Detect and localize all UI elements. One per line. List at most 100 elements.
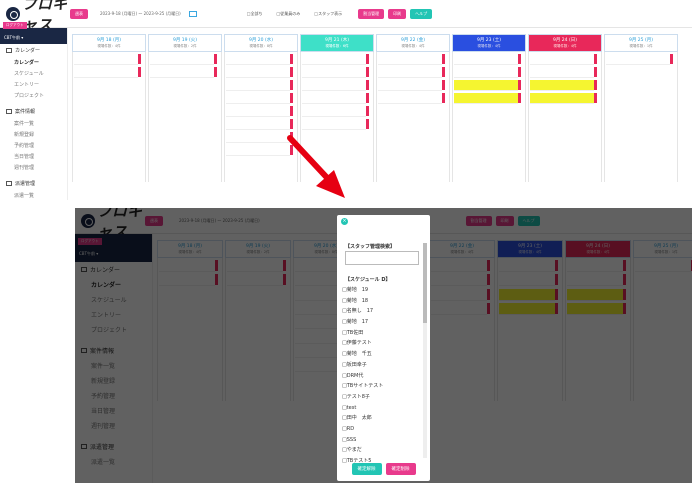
schedule-card[interactable] [530,93,597,104]
schedule-card[interactable] [226,145,293,156]
schedule-card[interactable] [530,54,597,65]
day-column [604,52,678,182]
staff-checkbox[interactable]: □DRM代 [342,371,420,382]
staff-checkbox[interactable]: □TBサイトテスト [342,381,420,392]
close-icon[interactable]: × [341,218,348,225]
staff-checkbox[interactable]: □test [342,403,420,414]
day-header[interactable]: 9月 19 (火)現場件数：2件 [148,34,222,52]
card-marker [366,80,369,90]
day-header[interactable]: 9月 18 (月)現場件数：4件 [72,34,146,52]
schedule-card[interactable] [302,106,369,117]
schedule-card[interactable] [226,106,293,117]
schedule-card[interactable] [378,80,445,91]
staff-checkbox[interactable]: □菊地 19 [342,285,420,296]
confirm-release-button[interactable]: 確定解除 [351,463,382,475]
schedule-card[interactable] [226,132,293,143]
card-marker [290,67,293,77]
card-marker [366,106,369,116]
schedule-card[interactable] [378,54,445,65]
staff-checkbox[interactable]: □菊地 17 [342,317,420,328]
staff-checkbox[interactable]: □やまだ [342,445,420,456]
schedule-card[interactable] [74,67,141,78]
user-menu[interactable]: ログアウト CBT午前 ▾ [0,22,67,44]
sidebar-item-calendar[interactable]: カレンダー [0,57,67,68]
schedule-card[interactable] [226,67,293,78]
search-section-title: 【スタッフ管理検索】 [345,244,396,250]
schedule-card[interactable] [378,93,445,104]
card-marker [138,67,141,77]
schedule-card[interactable] [454,93,521,104]
card-marker [594,67,597,77]
schedule-card[interactable] [150,67,217,78]
day-header[interactable]: 9月 24 (日)現場件数：4件 [528,34,602,52]
schedule-card[interactable] [530,80,597,91]
card-marker [670,54,673,64]
staff-checkbox[interactable]: □RD [342,424,420,435]
staff-checkbox[interactable]: □田中 太郎 [342,413,420,424]
schedule-card[interactable] [150,54,217,65]
sidebar-item-project[interactable]: プロジェクト [0,90,67,101]
schedule-card[interactable] [302,119,369,130]
staff-checkbox[interactable]: □SSS [342,435,420,446]
calendar-picker-icon[interactable] [188,10,197,17]
folder-icon [6,109,12,114]
logout-tag[interactable]: ログアウト [3,22,27,29]
day-header[interactable]: 9月 21 (木)現場件数：6件 [300,34,374,52]
staff-search-input[interactable] [345,251,419,265]
sidebar-item-new[interactable]: 新規登録 [0,129,67,140]
sidebar-item-entry[interactable]: エントリー [0,79,67,90]
scrollbar-thumb[interactable] [423,243,427,323]
staff-checkbox[interactable]: □テスト8子 [342,392,420,403]
schedule-card[interactable] [530,67,597,78]
help-button[interactable]: ヘルプ [410,8,433,19]
schedule-card[interactable] [302,80,369,91]
confirm-delete-button[interactable]: 確定削除 [385,463,416,475]
schedule-card[interactable] [454,80,521,91]
schedule-card[interactable] [302,93,369,104]
day-header[interactable]: 9月 22 (金)現場件数：4件 [376,34,450,52]
filter-check-1[interactable]: □全部ち [247,11,263,17]
list-icon [6,181,12,186]
schedule-card[interactable] [226,80,293,91]
staff-checkbox[interactable]: □名無し 17 [342,306,420,317]
filter-check-2[interactable]: □従業員のみ [277,11,301,17]
sidebar-item-case-list[interactable]: 案件一覧 [0,118,67,129]
card-marker [138,54,141,64]
schedule-card[interactable] [226,93,293,104]
sidebar-item-weekly[interactable]: 週刊管理 [0,162,67,173]
staff-checkbox[interactable]: □菊地 18 [342,296,420,307]
schedule-card[interactable] [302,54,369,65]
staff-checkbox[interactable]: □伊藤テスト [342,338,420,349]
header-bar: プロキャス 週表 2023-9-18 (月曜日) ～ 2023-9-25 (月曜… [0,0,692,34]
schedule-card[interactable] [226,119,293,130]
card-marker [442,54,445,64]
sidebar-item-schedule[interactable]: スケジュール [0,68,67,79]
day-header[interactable]: 9月 23 (土)現場件数：4件 [452,34,526,52]
schedule-card[interactable] [454,67,521,78]
sidebar-item-reserve[interactable]: 予約管理 [0,140,67,151]
print-button[interactable]: 印刷 [388,8,407,19]
week-button[interactable]: 週表 [70,8,88,19]
card-marker [366,119,369,129]
logo-icon [6,6,20,21]
schedule-card[interactable] [302,67,369,78]
staff-checkbox[interactable]: □菊地 千五 [342,349,420,360]
staff-checkbox[interactable]: □TB佐田 [342,328,420,339]
sidebar-item-today[interactable]: 当日管理 [0,151,67,162]
schedule-card[interactable] [378,67,445,78]
day-header[interactable]: 9月 20 (水)現場件数：8件 [224,34,298,52]
schedule-card[interactable] [226,54,293,65]
assign-button[interactable]: 割当管理 [358,8,385,19]
sidebar: ログアウト CBT午前 ▾ カレンダー カレンダー スケジュール エントリー プ… [0,22,68,200]
schedule-card[interactable] [74,54,141,65]
day-header[interactable]: 9月 25 (月)現場件数：1件 [604,34,678,52]
staff-checkbox[interactable]: □坂田幸子 [342,360,420,371]
modal-scrollbar[interactable] [423,243,427,458]
schedule-section-title: 【スケジュール D】 [345,277,391,283]
card-marker [442,80,445,90]
calendar-screenshot: プロキャス 週表 2023-9-18 (月曜日) ～ 2023-9-25 (月曜… [0,0,692,200]
filter-check-3[interactable]: □スタッフ表示 [314,11,342,17]
schedule-card[interactable] [454,54,521,65]
sidebar-item-dispatch-list[interactable]: 派遣一覧 [0,190,67,200]
schedule-card[interactable] [606,54,673,65]
